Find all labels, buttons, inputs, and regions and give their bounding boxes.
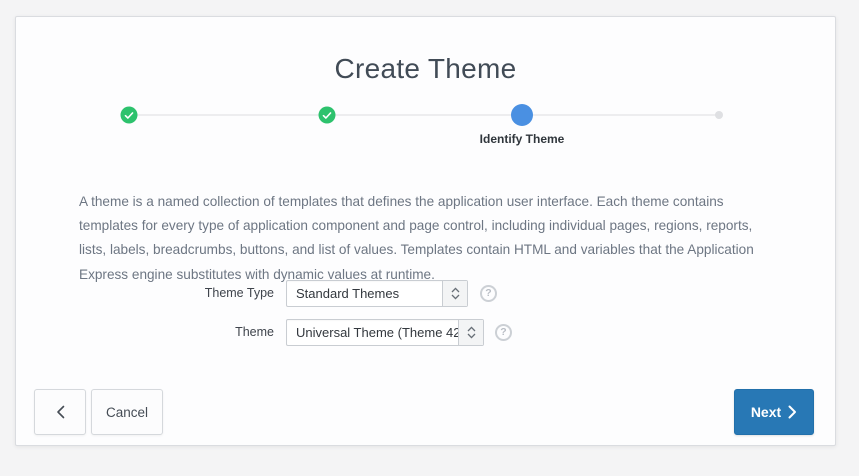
theme-type-field-row: Theme Type Standard Themes ? [16, 280, 835, 307]
chevron-up-down-icon[interactable] [458, 320, 483, 345]
theme-type-help-icon[interactable]: ? [480, 285, 497, 302]
wizard-step-3-current [511, 104, 533, 126]
cancel-button-label: Cancel [106, 405, 148, 420]
theme-selected-value: Universal Theme (Theme 42) [287, 320, 458, 345]
theme-type-selected-value: Standard Themes [287, 281, 442, 306]
current-step-label: Identify Theme [480, 132, 565, 146]
chevron-left-icon [55, 404, 66, 420]
theme-type-label: Theme Type [16, 280, 274, 307]
wizard-step-1-complete [121, 107, 138, 124]
back-button[interactable] [34, 389, 86, 435]
theme-field-row: Theme Universal Theme (Theme 42) ? [16, 319, 835, 346]
chevron-right-icon [788, 405, 797, 419]
theme-description-text: A theme is a named collection of templat… [79, 190, 759, 288]
chevron-up-down-icon[interactable] [442, 281, 467, 306]
theme-select[interactable]: Universal Theme (Theme 42) [286, 319, 484, 346]
create-theme-dialog: Create Theme Identify Theme A theme is a… [15, 16, 836, 446]
wizard-step-4-pending [715, 111, 723, 119]
cancel-button[interactable]: Cancel [91, 389, 163, 435]
theme-help-icon[interactable]: ? [495, 324, 512, 341]
next-button[interactable]: Next [734, 389, 814, 435]
check-icon [125, 111, 134, 119]
page-title: Create Theme [16, 53, 835, 85]
theme-label: Theme [16, 319, 274, 346]
check-icon [323, 111, 332, 119]
wizard-step-2-complete [319, 107, 336, 124]
theme-type-select[interactable]: Standard Themes [286, 280, 468, 307]
next-button-label: Next [751, 404, 781, 420]
wizard-progress-track [129, 114, 719, 116]
